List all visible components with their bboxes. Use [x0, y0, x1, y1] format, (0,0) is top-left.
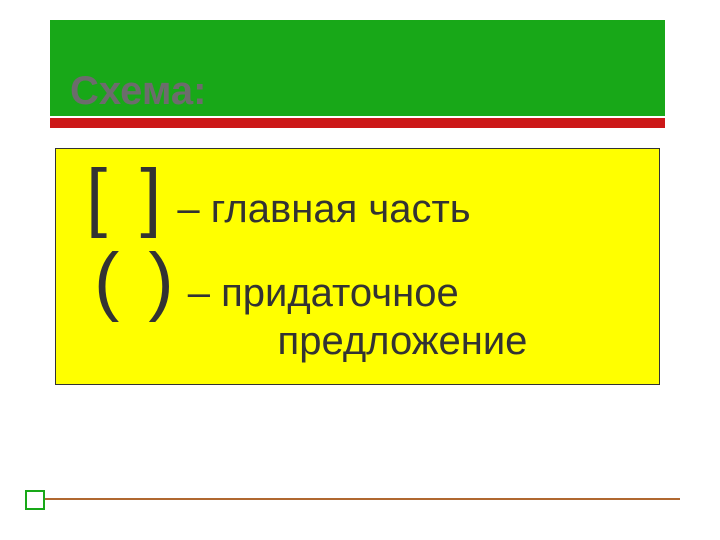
legend-box: [ ] – главная часть ( ) – придаточное пр… [55, 148, 660, 385]
legend-row-subordinate: ( ) – придаточное предложение [76, 243, 639, 364]
parentheses-symbol: ( ) [76, 243, 178, 319]
footer-divider [40, 498, 680, 500]
footer-bullet-icon [25, 490, 45, 510]
subordinate-label-line2: предложение [166, 319, 639, 364]
slide: Схема: [ ] – главная часть ( ) – придато… [0, 0, 720, 540]
legend-row-main: [ ] – главная часть [76, 159, 639, 235]
main-part-label: – главная часть [177, 187, 470, 232]
title-block: Схема: [50, 20, 665, 128]
slide-title: Схема: [70, 71, 206, 111]
title-underline [50, 118, 665, 128]
square-bracket-symbol: [ ] [76, 159, 167, 235]
title-bar: Схема: [50, 20, 665, 116]
subordinate-label-line1: – придаточное [188, 271, 459, 316]
